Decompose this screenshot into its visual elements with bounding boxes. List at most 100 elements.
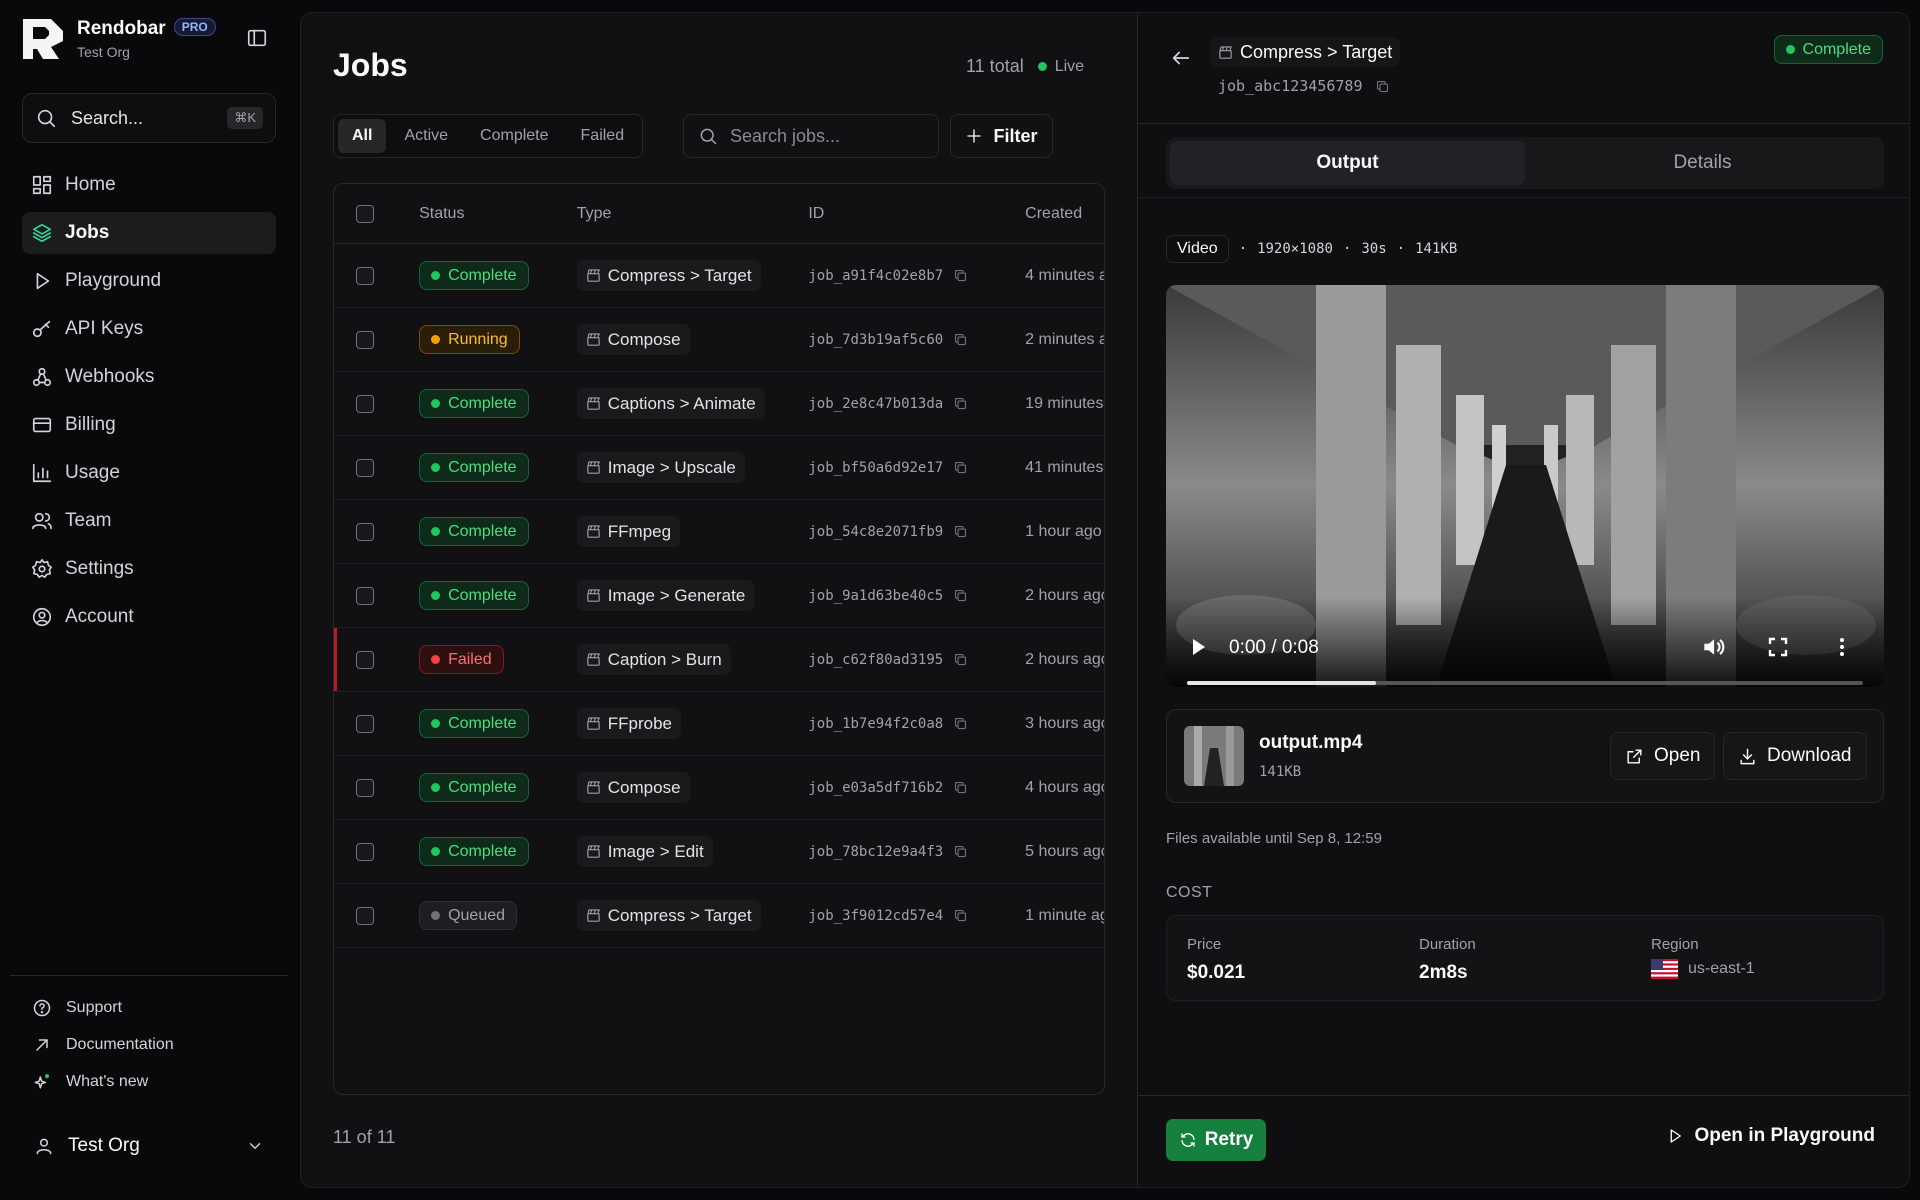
- table-row[interactable]: Complete Image > Upscale job_bf50a6d92e17 4…: [334, 436, 1104, 500]
- player-progress-bar[interactable]: [1187, 681, 1863, 685]
- copy-icon[interactable]: [953, 652, 968, 667]
- sidebar-item-home[interactable]: Home: [22, 164, 276, 206]
- tab-output[interactable]: Output: [1170, 141, 1525, 185]
- sidebar-item-usage[interactable]: Usage: [22, 452, 276, 494]
- org-switcher[interactable]: Test Org: [22, 1124, 276, 1168]
- bar-chart-icon: [32, 463, 52, 483]
- table-row[interactable]: Complete FFmpeg job_54c8e2071fb9 1 hour ago: [334, 500, 1104, 564]
- sidebar-search[interactable]: Search... ⌘K: [22, 93, 276, 143]
- copy-icon[interactable]: [953, 268, 968, 283]
- row-checkbox[interactable]: [356, 266, 374, 285]
- sidebar-divider: [10, 975, 288, 976]
- row-checkbox[interactable]: [356, 650, 374, 669]
- region-label: Region: [1651, 936, 1699, 953]
- video-player[interactable]: 0:00 / 0:08: [1166, 285, 1884, 687]
- table-row[interactable]: Failed Caption > Burn job_c62f80ad3195 2 ho…: [334, 628, 1104, 692]
- price-value: $0.021: [1187, 962, 1246, 983]
- table-header: Status Type ID Created: [334, 184, 1104, 244]
- filter-tab-failed[interactable]: Failed: [567, 119, 639, 153]
- detail-job-id: job_abc123456789: [1218, 77, 1390, 95]
- filter-button[interactable]: Filter: [950, 114, 1053, 158]
- row-checkbox[interactable]: [356, 842, 374, 861]
- copy-icon[interactable]: [953, 524, 968, 539]
- open-button[interactable]: Open: [1610, 732, 1716, 780]
- table-row[interactable]: Running Compose job_7d3b19af5c60 2 minutes …: [334, 308, 1104, 372]
- status-dot: [431, 527, 441, 536]
- clapperboard-icon: [587, 333, 600, 346]
- table-row[interactable]: Complete Compose job_e03a5df716b2 4 hours a…: [334, 756, 1104, 820]
- copy-icon[interactable]: [953, 780, 968, 795]
- filter-tab-all[interactable]: All: [338, 119, 387, 153]
- sidebar-item-playground[interactable]: Playground: [22, 260, 276, 302]
- filter-tab-complete[interactable]: Complete: [466, 119, 562, 153]
- more-vertical-icon[interactable]: [1830, 635, 1854, 659]
- column-type[interactable]: Type: [577, 205, 809, 223]
- table-row[interactable]: Complete FFprobe job_1b7e94f2c0a8 3 hours a…: [334, 692, 1104, 756]
- support-link[interactable]: Support: [32, 998, 272, 1018]
- documentation-link[interactable]: Documentation: [32, 1035, 272, 1055]
- table-row[interactable]: Complete Captions > Animate job_2e8c47b013…: [334, 372, 1104, 436]
- copy-icon[interactable]: [953, 588, 968, 603]
- copy-icon[interactable]: [953, 908, 968, 923]
- meta-separator: ·: [1238, 241, 1248, 257]
- output-file-card: output.mp4 141KB Open Download: [1166, 709, 1884, 803]
- arrow-left-icon[interactable]: [1170, 47, 1192, 69]
- open-in-playground-button[interactable]: Open in Playground: [1666, 1125, 1875, 1147]
- row-checkbox[interactable]: [356, 394, 374, 413]
- jobs-search-input[interactable]: Search jobs...: [683, 114, 939, 158]
- sidebar-item-team[interactable]: Team: [22, 500, 276, 542]
- live-label: Live: [1054, 57, 1085, 75]
- status-dot: [431, 719, 441, 728]
- status-dot: [431, 271, 441, 280]
- sidebar-item-billing[interactable]: Billing: [22, 404, 276, 446]
- column-status[interactable]: Status: [419, 205, 577, 223]
- sidebar-item-settings[interactable]: Settings: [22, 548, 276, 590]
- created-time: 2 minutes ago: [1025, 330, 1104, 348]
- table-row[interactable]: Complete Image > Generate job_9a1d63be40c5…: [334, 564, 1104, 628]
- sidebar-toggle-icon[interactable]: [246, 27, 268, 49]
- select-all-checkbox[interactable]: [356, 204, 374, 223]
- row-checkbox[interactable]: [356, 586, 374, 605]
- copy-icon[interactable]: [1375, 79, 1390, 94]
- clapperboard-icon: [587, 461, 600, 474]
- row-checkbox[interactable]: [356, 458, 374, 477]
- sidebar-item-account[interactable]: Account: [22, 596, 276, 638]
- brand[interactable]: Rendobar PRO Test Org: [21, 17, 216, 61]
- row-checkbox[interactable]: [356, 778, 374, 797]
- download-button[interactable]: Download: [1723, 732, 1867, 780]
- column-id[interactable]: ID: [808, 205, 1025, 223]
- row-checkbox[interactable]: [356, 330, 374, 349]
- table-row[interactable]: Complete Compress > Target job_a91f4c02e8b…: [334, 244, 1104, 308]
- copy-icon[interactable]: [953, 460, 968, 475]
- meta-separator: ·: [1396, 241, 1406, 257]
- sidebar-item-webhooks[interactable]: Webhooks: [22, 356, 276, 398]
- volume-icon[interactable]: [1700, 634, 1726, 660]
- row-checkbox[interactable]: [356, 522, 374, 541]
- sidebar: Rendobar PRO Test Org Search... ⌘K Home J…: [0, 0, 298, 1200]
- copy-icon[interactable]: [953, 844, 968, 859]
- sidebar-item-label: Home: [65, 174, 116, 195]
- retry-button[interactable]: Retry: [1166, 1119, 1266, 1161]
- row-checkbox[interactable]: [356, 906, 374, 925]
- tab-details[interactable]: Details: [1525, 141, 1880, 185]
- sidebar-item-api-keys[interactable]: API Keys: [22, 308, 276, 350]
- open-in-playground-label: Open in Playground: [1694, 1125, 1875, 1146]
- page-title: Jobs: [333, 47, 408, 83]
- retry-button-label: Retry: [1204, 1129, 1254, 1150]
- status-badge: Queued: [419, 901, 518, 930]
- filter-tab-active[interactable]: Active: [390, 119, 462, 153]
- whats-new-link[interactable]: What's new: [32, 1072, 272, 1092]
- column-created[interactable]: Created: [1025, 205, 1104, 223]
- status-dot: [431, 463, 441, 472]
- play-icon[interactable]: [1186, 635, 1210, 659]
- sidebar-item-jobs[interactable]: Jobs: [22, 212, 276, 254]
- table-row[interactable]: Queued Compress > Target job_3f9012cd57e4 1…: [334, 884, 1104, 948]
- copy-icon[interactable]: [953, 332, 968, 347]
- fullscreen-icon[interactable]: [1766, 635, 1790, 659]
- copy-icon[interactable]: [953, 396, 968, 411]
- row-checkbox[interactable]: [356, 714, 374, 733]
- type-label: Captions > Animate: [607, 393, 756, 413]
- job-id: job_2e8c47b013da: [808, 395, 944, 412]
- table-row[interactable]: Complete Image > Edit job_78bc12e9a4f3 5 ho…: [334, 820, 1104, 884]
- copy-icon[interactable]: [953, 716, 968, 731]
